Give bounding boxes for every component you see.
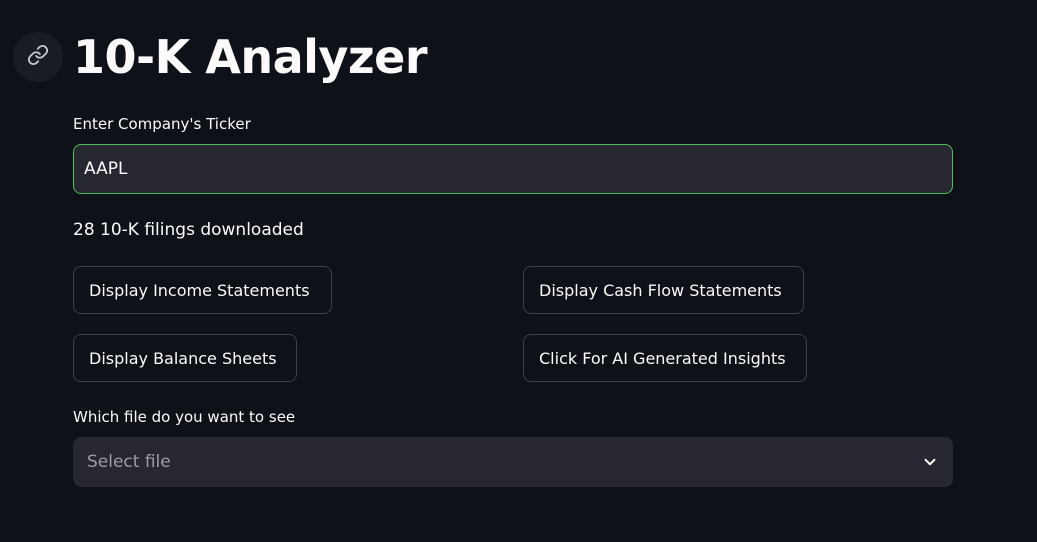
chevron-down-icon [921,453,939,471]
ticker-input[interactable] [73,144,953,194]
anchor-link-button[interactable] [13,32,63,82]
file-select-dropdown[interactable]: Select file [73,437,953,487]
link-icon [27,44,49,70]
app-page: 10-K Analyzer Enter Company's Ticker 28 … [0,0,1037,542]
page-title: 10-K Analyzer [73,30,428,84]
ticker-label: Enter Company's Ticker [73,115,251,133]
download-status-text: 28 10-K filings downloaded [73,220,304,240]
file-select-label: Which file do you want to see [73,408,296,426]
display-balance-sheets-button[interactable]: Display Balance Sheets [73,334,297,382]
display-income-statements-button[interactable]: Display Income Statements [73,266,332,314]
file-select-placeholder: Select file [87,452,171,472]
ai-insights-button[interactable]: Click For AI Generated Insights [523,334,807,382]
display-cash-flow-statements-button[interactable]: Display Cash Flow Statements [523,266,804,314]
